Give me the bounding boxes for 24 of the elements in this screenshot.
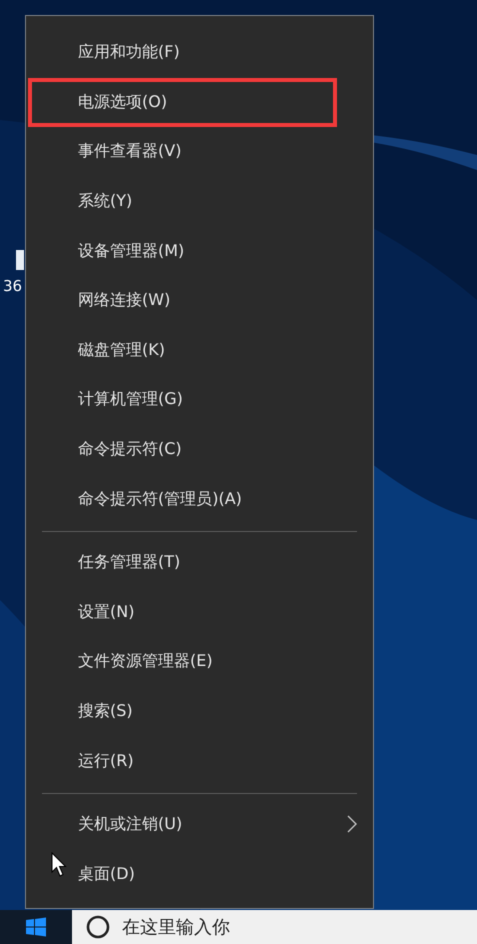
desktop-icon-label: 36 bbox=[3, 277, 22, 295]
menu-item[interactable]: 设置(N) bbox=[26, 588, 373, 638]
menu-item[interactable]: 命令提示符(C) bbox=[26, 424, 373, 474]
menu-item[interactable]: 任务管理器(T) bbox=[26, 538, 373, 588]
menu-item[interactable]: 网络连接(W) bbox=[26, 276, 373, 326]
menu-item[interactable]: 文件资源管理器(E) bbox=[26, 637, 373, 687]
menu-item[interactable]: 系统(Y) bbox=[26, 176, 373, 226]
cursor-icon bbox=[51, 852, 67, 878]
menu-item[interactable]: 应用和功能(F) bbox=[26, 28, 373, 78]
menu-item[interactable]: 搜索(S) bbox=[26, 686, 373, 736]
menu-item[interactable]: 磁盘管理(K) bbox=[26, 326, 373, 376]
windows-icon bbox=[26, 917, 46, 937]
menu-item[interactable]: 桌面(D) bbox=[26, 850, 373, 900]
search-input[interactable]: 在这里输入你 bbox=[120, 916, 424, 938]
menu-item[interactable]: 电源选项(O) bbox=[26, 78, 373, 128]
start-button[interactable] bbox=[0, 910, 72, 944]
menu-item[interactable]: 设备管理器(M) bbox=[26, 226, 373, 276]
cortana-icon bbox=[86, 915, 110, 939]
menu-item[interactable]: 命令提示符(管理员)(A) bbox=[26, 474, 373, 524]
menu-item[interactable]: 计算机管理(G) bbox=[26, 375, 373, 425]
menu-item[interactable]: 关机或注销(U) bbox=[26, 800, 373, 850]
menu-item[interactable]: 运行(R) bbox=[26, 736, 373, 786]
menu-item[interactable]: 事件查看器(V) bbox=[26, 127, 373, 177]
search-field[interactable]: 在这里输入你 bbox=[72, 910, 477, 944]
